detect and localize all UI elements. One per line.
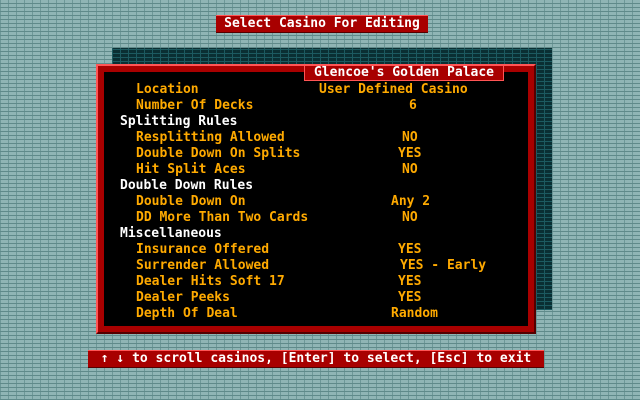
rule-row[interactable]: Double Down On Splits YES [104,146,528,162]
section-label: Splitting Rules [120,114,238,129]
rule-label: Insurance Offered [136,242,270,257]
rule-label: Number Of Decks [136,98,254,113]
rule-value[interactable]: YES [398,242,421,258]
rule-value[interactable]: YES [398,146,421,162]
rule-value[interactable]: YES [398,274,421,290]
rule-label: Double Down On [136,194,246,209]
rule-row[interactable]: Depth Of Deal Random [104,306,528,322]
rule-label: Depth Of Deal [136,306,238,321]
rule-label: Location [136,82,199,97]
section-label: Double Down Rules [120,178,254,193]
rule-label: Dealer Hits Soft 17 [136,274,285,289]
rule-label: Surrender Allowed [136,258,270,273]
rule-row[interactable]: Resplitting Allowed NO [104,130,528,146]
rule-label: Hit Split Aces [136,162,246,177]
rule-label: DD More Than Two Cards [136,210,309,225]
section-header: Double Down Rules [104,178,528,194]
rule-value[interactable]: 6 [409,98,417,114]
rule-row[interactable]: Dealer Peeks YES [104,290,528,306]
rule-value[interactable]: Random [391,306,438,322]
rule-value[interactable]: Any 2 [391,194,430,210]
rule-row[interactable]: Hit Split Aces NO [104,162,528,178]
rule-row[interactable]: Number Of Decks 6 [104,98,528,114]
rule-row[interactable]: Double Down On Any 2 [104,194,528,210]
rule-row[interactable]: Location User Defined Casino [104,82,528,98]
rule-label: Double Down On Splits [136,146,301,161]
status-bar-instructions: ↑ ↓ to scroll casinos, [Enter] to select… [88,350,544,368]
section-header: Miscellaneous [104,226,528,242]
rule-value[interactable]: NO [402,162,418,178]
section-header: Splitting Rules [104,114,528,130]
rule-value[interactable]: YES [398,290,421,306]
rule-label: Resplitting Allowed [136,130,285,145]
casino-rules-panel: Glencoe's Golden Palace Location User Def… [96,64,536,334]
rule-value[interactable]: User Defined Casino [319,82,468,98]
rule-label: Dealer Peeks [136,290,230,305]
rule-row[interactable]: Insurance Offered YES [104,242,528,258]
rule-row[interactable]: Surrender Allowed YES - Early [104,258,528,274]
rule-value[interactable]: NO [402,210,418,226]
casino-name-header: Glencoe's Golden Palace [304,66,504,81]
rule-row[interactable]: Dealer Hits Soft 17 YES [104,274,528,290]
rule-value[interactable]: NO [402,130,418,146]
rules-list[interactable]: Glencoe's Golden Palace Location User Def… [104,66,528,326]
rule-value[interactable]: YES - Early [400,258,486,274]
rule-row[interactable]: DD More Than Two Cards NO [104,210,528,226]
section-label: Miscellaneous [120,226,222,241]
screen-title: Select Casino For Editing [216,15,428,33]
